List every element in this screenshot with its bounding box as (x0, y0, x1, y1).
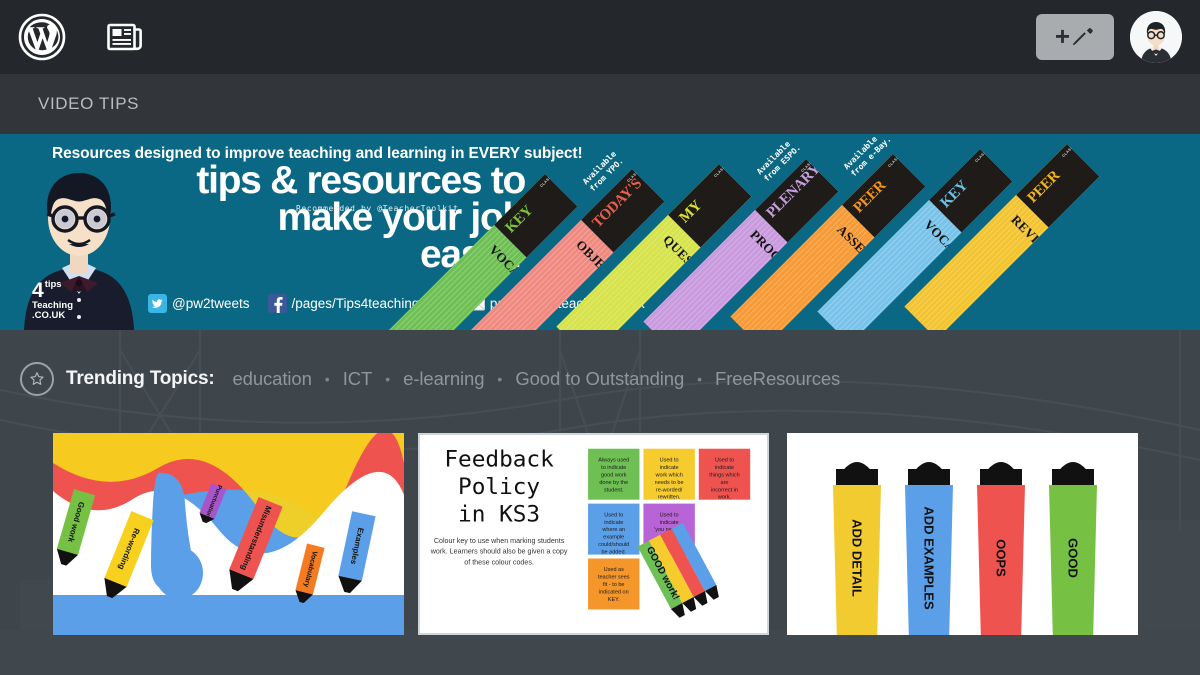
admin-bar-right-group (1036, 0, 1182, 74)
trending-topic-link[interactable]: e-learning (403, 368, 484, 390)
feedback-policy-ks3-thumbnail[interactable]: Feedback Policy in KS3 Colour key to use wh… (418, 433, 769, 635)
highlighter-pen: ADD DETAIL (833, 462, 881, 635)
pad-head-title: KEY (937, 177, 972, 212)
pad-label: REVIEW SHEET (1008, 211, 1092, 296)
trending-separator: • (385, 371, 391, 387)
social-link-label: @pw2tweets (172, 296, 250, 311)
svg-text:good work: good work (601, 472, 627, 478)
svg-text:are: are (720, 480, 728, 486)
site-secondary-nav: VIDEO TIPS (0, 74, 1200, 134)
svg-text:Used to: Used to (660, 512, 679, 518)
svg-text:Policy: Policy (458, 474, 540, 500)
svg-text:Feedback: Feedback (444, 446, 554, 472)
svg-text:work. Learners should also be: work. Learners should also be given a co… (430, 548, 568, 556)
trending-topic-link[interactable]: FreeResources (715, 368, 840, 390)
svg-text:Colour key to use when marking: Colour key to use when marking students (434, 537, 565, 545)
pen-label: OOPS (994, 539, 1009, 577)
svg-text:of these colour codes.: of these colour codes. (464, 558, 534, 566)
site-header-banner: 4 tips Teaching .CO.UK Resources designe… (0, 134, 1200, 330)
content-area: Trending Topics: education • ICT • e-learnin… (0, 330, 1200, 675)
feedback-title: FeedbackPolicyin KS3 (444, 446, 554, 527)
trending-separator: • (324, 371, 330, 387)
svg-text:be added.: be added. (601, 550, 626, 556)
pen-label: ADD DETAIL (850, 519, 865, 597)
svg-text:work.: work. (717, 495, 732, 501)
svg-text:in KS3: in KS3 (458, 501, 540, 527)
pad-head-title: PEER (1024, 167, 1064, 207)
wp-admin-bar (0, 0, 1200, 74)
four-highlighters-thumbnail[interactable]: ADD DETAIL ADD EXAMPLES OOPS GOOD (787, 433, 1138, 635)
trending-topic-link[interactable]: ICT (343, 368, 373, 390)
svg-text:Used to: Used to (660, 457, 679, 463)
star-badge-icon (20, 362, 54, 396)
svg-text:re-worded/: re-worded/ (656, 487, 683, 493)
svg-text:Used to: Used to (604, 512, 623, 518)
highlighters-scattered-thumbnail[interactable]: Good work Re-wording Punctuation Misunderst… (53, 433, 404, 635)
mascot-illustration: 4 tips Teaching .CO.UK (12, 140, 147, 330)
svg-text:could/should: could/should (598, 542, 629, 548)
tips4teaching-logo: 4 tips Teaching .CO.UK (32, 279, 73, 321)
trending-topic-link[interactable]: Good to Outstanding (515, 368, 684, 390)
product-pads-illustration: CLASSROOM SUPPORTKEYVOCABULARYAvailablef… (382, 134, 1200, 330)
trending-topics-label: Trending Topics: (66, 368, 215, 389)
user-avatar[interactable] (1130, 11, 1182, 63)
svg-text:needs to be: needs to be (655, 480, 684, 486)
pen-label: GOOD (1066, 538, 1081, 578)
write-post-button[interactable] (1036, 14, 1114, 60)
banner-headline-line-1: tips & resources to (196, 159, 526, 202)
svg-text:fit - to be: fit - to be (603, 582, 624, 588)
svg-text:done by the: done by the (599, 480, 628, 486)
pad-head-title: MY (676, 197, 706, 227)
svg-text:things which: things which (709, 472, 739, 478)
trending-separator: • (697, 371, 703, 387)
facebook-icon (267, 294, 287, 313)
svg-text:student.: student. (604, 487, 624, 493)
colour-key-cell: Always used to indicategood work done by t… (588, 448, 640, 500)
highlighter-pen: GOOD (1049, 462, 1097, 635)
trending-topic-link[interactable]: education (232, 368, 311, 390)
svg-text:Always used: Always used (598, 457, 629, 463)
sidebar-item-video-tips[interactable]: VIDEO TIPS (0, 94, 139, 114)
highlighter-pen: OOPS (977, 462, 1025, 635)
wordpress-logo-icon[interactable] (18, 13, 66, 61)
svg-text:work which: work which (654, 472, 682, 478)
svg-text:indicate: indicate (604, 520, 623, 526)
pen-label: ADD EXAMPLES (922, 506, 937, 610)
svg-text:rewritten.: rewritten. (658, 495, 681, 501)
svg-text:teacher sees: teacher sees (598, 575, 630, 581)
colour-key-cell: Used to indicatework which needs to bere-w… (643, 448, 695, 501)
social-link-twitter[interactable]: @pw2tweets (148, 294, 250, 313)
colour-key-cell: Used as teacher seesfit - to be indicated … (588, 558, 640, 610)
svg-text:KEY.: KEY. (608, 597, 620, 603)
twitter-icon (148, 294, 167, 313)
colour-key-cell: Used to indicatewhere an examplecould/shou… (588, 503, 640, 556)
page-root: VIDEO TIPS 4 tips Teaching .CO.UK Resour… (0, 0, 1200, 675)
banner-recommendation: Recommended by @TeacherToolkit (296, 204, 459, 213)
svg-text:indicate: indicate (660, 465, 679, 471)
highlighter-pen: ADD EXAMPLES (905, 462, 953, 635)
svg-text:indicate: indicate (660, 520, 679, 526)
svg-text:example: example (603, 535, 624, 541)
trending-topics-bar: Trending Topics: education • ICT • e-learnin… (20, 362, 840, 396)
svg-text:where an: where an (601, 527, 625, 533)
trending-separator: • (497, 371, 503, 387)
svg-text:incorrect in: incorrect in (711, 487, 738, 493)
svg-text:indicate: indicate (715, 465, 734, 471)
svg-text:Used as: Used as (604, 567, 625, 573)
admin-bar-left-group (0, 13, 146, 61)
svg-text:to indicate: to indicate (601, 465, 626, 471)
plus-pencil-icon (1056, 28, 1093, 46)
trending-topics-list: education • ICT • e-learning • Good to Outstan… (232, 368, 840, 390)
reader-newspaper-icon[interactable] (104, 16, 146, 58)
svg-text:Used to: Used to (715, 457, 734, 463)
svg-text:indicated on: indicated on (599, 590, 629, 596)
colour-key-cell: Used to indicatethings which areincorrect … (698, 448, 751, 501)
